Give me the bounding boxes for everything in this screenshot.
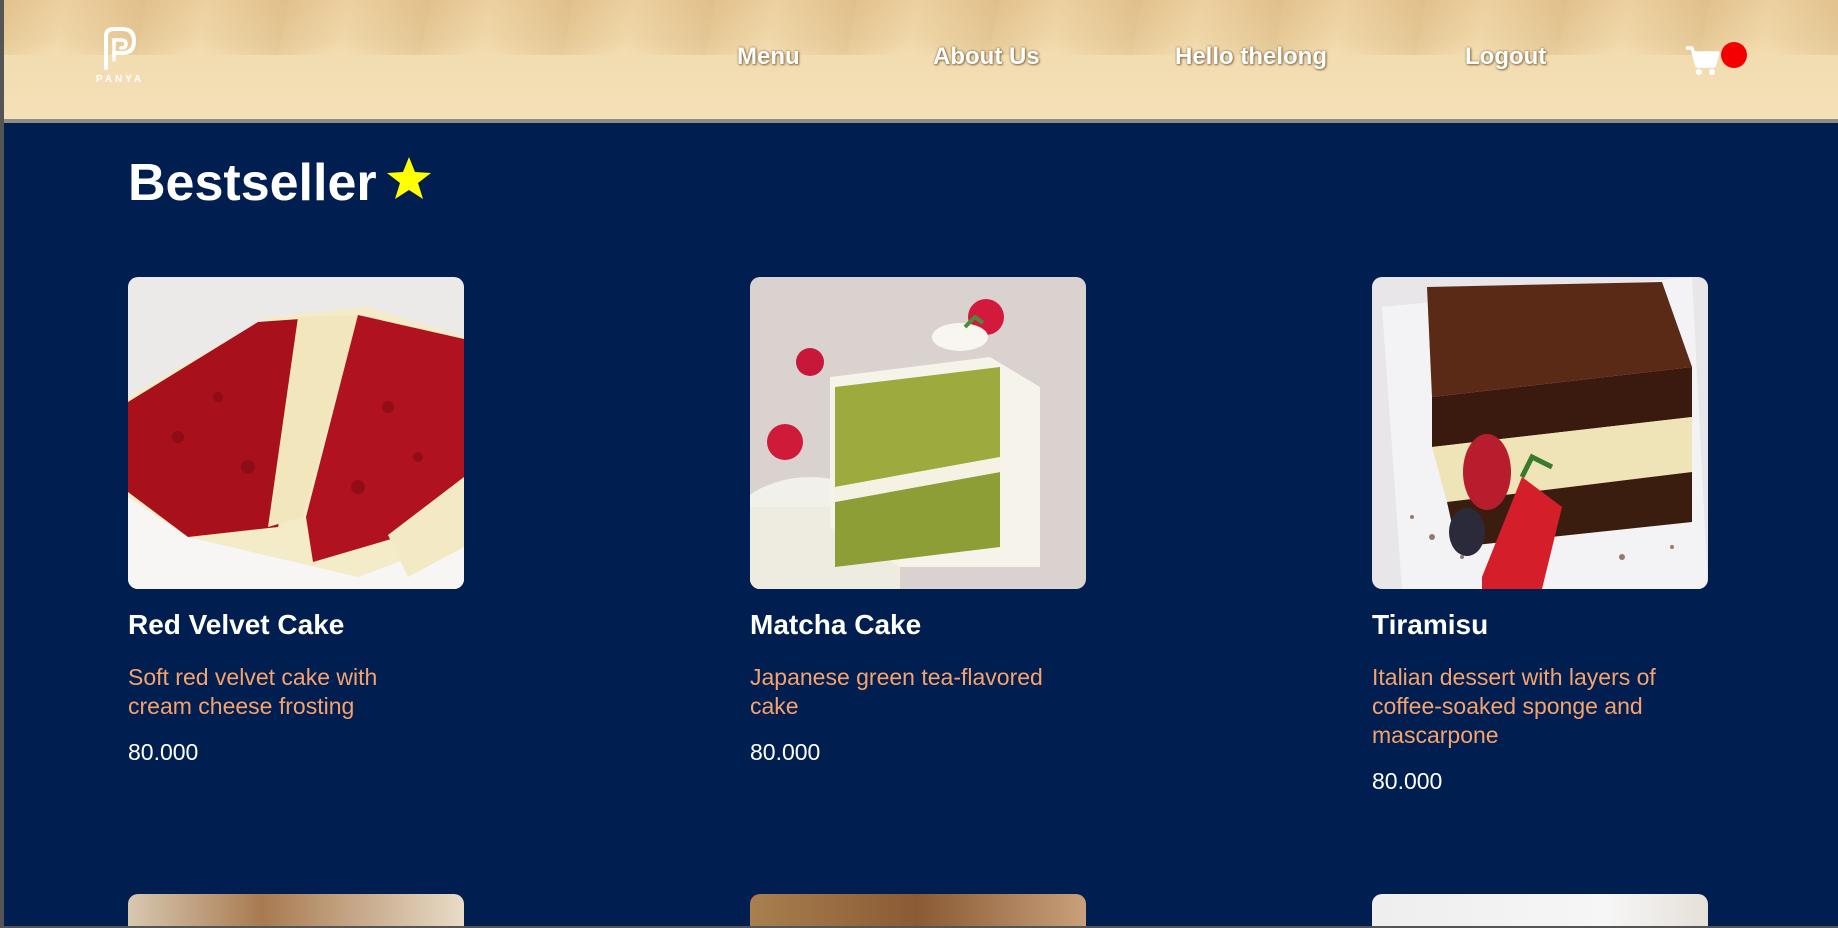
product-price: 80.000 [750,739,821,765]
cart-button[interactable] [1684,42,1724,78]
product-card-peek[interactable] [128,894,464,926]
product-price: 80.000 [1372,768,1443,794]
panya-logo-icon [104,27,137,70]
product-description: Japanese green tea-flavored cake [750,664,1043,719]
product-card-peek[interactable] [750,894,1086,926]
product-image-tiramisu[interactable] [1372,277,1708,589]
logo-text: PANYA [95,74,145,85]
product-description: Soft red velvet cake with cream cheese f… [128,664,378,719]
product-name: Matcha Cake [750,609,922,640]
product-image-matcha[interactable] [750,277,1086,589]
product-card[interactable]: Tiramisu Italian dessert with layers of … [1372,277,1708,795]
product-description: Italian dessert with layers of coffee-so… [1372,664,1656,748]
app-frame: PANYA Menu About Us Hello thelong Logout… [4,0,1838,926]
header-wood-texture [4,0,1838,55]
cart-badge [1721,42,1747,68]
product-card[interactable]: Matcha Cake Japanese green tea-flavored … [750,277,1086,766]
product-price: 80.000 [128,739,199,765]
site-header: PANYA Menu About Us Hello thelong Logout [4,0,1838,123]
nav-greeting-link[interactable]: Hello thelong [1175,43,1327,71]
product-image-red-velvet[interactable] [128,277,464,589]
nav-about-link[interactable]: About Us [933,43,1040,71]
product-card-peek[interactable] [1372,894,1708,926]
cart-icon [1686,46,1720,75]
logo[interactable]: PANYA [92,26,148,88]
nav-menu-link[interactable]: Menu [737,43,800,71]
product-name: Tiramisu [1372,609,1489,640]
section-title: Bestseller [128,154,377,212]
product-name: Red Velvet Cake [128,609,345,640]
star-icon [387,157,431,199]
product-card[interactable]: Red Velvet Cake Soft red velvet cake wit… [128,277,464,766]
nav-logout-link[interactable]: Logout [1465,43,1546,71]
